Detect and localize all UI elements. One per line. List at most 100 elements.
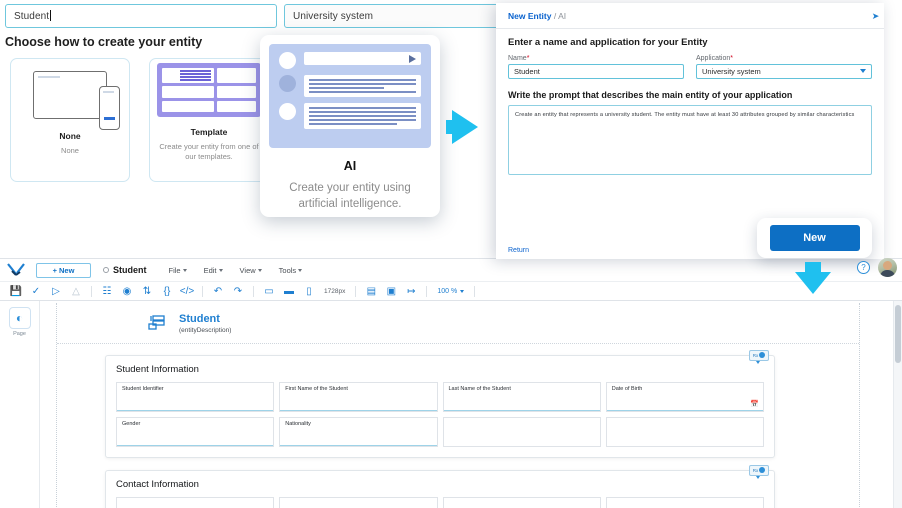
menu-tools[interactable]: Tools <box>279 266 303 275</box>
save-icon[interactable]: 💾 <box>6 282 26 300</box>
field-contact-2[interactable] <box>279 496 438 508</box>
chat-input-bubble <box>304 52 421 65</box>
plus-icon: + <box>52 265 57 275</box>
document-name-label: Student <box>113 265 147 275</box>
field-contact-1[interactable] <box>116 496 275 508</box>
entity-subtitle: (entityDescription) <box>179 326 232 334</box>
wizard-name-input[interactable]: Student <box>5 4 277 28</box>
section-settings-badge[interactable]: Rx <box>749 349 769 361</box>
section-settings-badge[interactable]: Rx <box>749 464 769 476</box>
dialog-name-value: Student <box>514 67 540 76</box>
help-icon[interactable]: ? <box>857 261 870 274</box>
page-palette-icon: ◐ <box>8 307 31 329</box>
field-underline <box>280 444 437 446</box>
dialog-return-link[interactable]: Return <box>508 247 529 254</box>
creation-card-none[interactable]: None None <box>10 58 130 182</box>
calendar-icon[interactable]: 📅 <box>750 400 759 408</box>
menu-view[interactable]: View <box>240 266 262 275</box>
field-empty-1[interactable] <box>442 416 601 447</box>
new-menu-button[interactable]: + New <box>36 262 91 278</box>
align-icon[interactable]: ↦ <box>401 282 421 300</box>
entity-title: Student <box>179 313 220 325</box>
canvas-page: Student (entityDescription) Rx Student I… <box>56 303 860 508</box>
badge-stem <box>756 475 760 479</box>
dialog-prompt-textarea[interactable]: Create an entity that represents a unive… <box>508 105 872 175</box>
ai-card-desc: Create your entity using artificial inte… <box>289 182 411 210</box>
zoom-level-selector[interactable]: 100 % <box>432 288 469 295</box>
tool-bar: 💾 ✓ ▷ △ ☷ ◉ ⇅ {} </> ↶ ↷ ▭ ▬ ▯ 1728px ▤ … <box>0 281 902 301</box>
template-card-artwork <box>157 63 261 117</box>
creation-card-ai[interactable]: AI Create your entity using artificial i… <box>260 35 440 217</box>
field-label: Student Identifier <box>122 385 164 392</box>
toolbar-divider <box>355 285 357 297</box>
undo-icon[interactable]: ↶ <box>208 282 228 300</box>
chat-avatar-icon <box>279 52 296 69</box>
field-underline <box>443 409 600 411</box>
new-button[interactable]: New <box>769 225 860 251</box>
creation-card-template[interactable]: Template Create your entity from one of … <box>149 58 269 182</box>
canvas-width-value[interactable]: 1728px <box>319 288 350 295</box>
deploy-icon[interactable]: △ <box>66 282 86 300</box>
dialog-application-field-group: Application* University system <box>696 55 872 79</box>
breadcrumb-new-entity[interactable]: New Entity <box>508 11 551 21</box>
redo-icon[interactable]: ↷ <box>228 282 248 300</box>
field-contact-4[interactable] <box>605 496 764 508</box>
field-contact-3[interactable] <box>442 496 601 508</box>
send-play-icon <box>409 55 416 63</box>
new-button-callout: New <box>757 218 872 258</box>
split-horizontal-icon[interactable]: ▤ <box>361 282 381 300</box>
field-empty-2[interactable] <box>605 416 764 447</box>
chevron-down-icon <box>257 268 262 272</box>
field-last-name[interactable]: Last Name of the Student <box>442 381 601 412</box>
braces-icon[interactable]: {} <box>157 282 177 300</box>
dialog-breadcrumb: New Entity / AI <box>508 11 872 21</box>
menu-edit-label: Edit <box>203 265 217 275</box>
flow-arrow-down-icon <box>795 272 831 294</box>
check-icon[interactable]: ✓ <box>26 282 46 300</box>
design-canvas[interactable]: Student (entityDescription) Rx Student I… <box>40 301 902 508</box>
scrollbar-thumb[interactable] <box>895 305 901 363</box>
run-icon[interactable]: ▷ <box>46 282 66 300</box>
dialog-application-label-text: Application <box>696 55 731 62</box>
dialog-application-label: Application* <box>696 55 872 62</box>
field-nationality[interactable]: Nationality <box>279 416 438 447</box>
template-card-desc: Create your entity from one of our templ… <box>159 142 259 162</box>
canvas-scrollbar[interactable] <box>893 301 902 508</box>
layout-grid-icon[interactable]: ☷ <box>97 282 117 300</box>
chevron-down-icon <box>460 289 465 293</box>
monitor-icon <box>33 71 120 130</box>
user-avatar[interactable] <box>878 258 897 277</box>
workspace: ◐ Page Student (entityDescription) Rx St… <box>0 301 902 508</box>
badge-stem <box>756 360 760 364</box>
field-gender[interactable]: Gender <box>116 416 275 447</box>
section-contact-information[interactable]: Rx Contact Information <box>105 464 775 508</box>
template-lines <box>180 70 211 81</box>
rail-item-page[interactable]: ◐ Page <box>8 307 31 337</box>
dialog-application-select[interactable]: University system <box>696 64 872 79</box>
menu-file[interactable]: File <box>169 266 187 275</box>
database-icon[interactable]: ◉ <box>117 282 137 300</box>
sections-container: Rx Student Information Student Identifie… <box>57 344 859 508</box>
container-icon[interactable]: ▣ <box>381 282 401 300</box>
application-window: + New Student File Edit View Tools 💾 ✓ ▷… <box>0 258 902 508</box>
rx-label: Rx <box>752 352 759 358</box>
menu-edit[interactable]: Edit <box>204 266 223 275</box>
dialog-name-input[interactable]: Student <box>508 64 684 79</box>
field-label: Last Name of the Student <box>448 385 511 392</box>
chevron-down-icon <box>218 268 223 272</box>
mobile-view-icon[interactable]: ▯ <box>299 282 319 300</box>
avatar-placeholder-icon <box>165 70 176 81</box>
menu-file-label: File <box>168 265 181 275</box>
flow-icon[interactable]: ⇅ <box>137 282 157 300</box>
document-name[interactable]: Student <box>103 265 147 275</box>
section-student-information[interactable]: Rx Student Information Student Identifie… <box>105 349 775 458</box>
field-date-of-birth[interactable]: Date of Birth 📅 <box>605 381 764 412</box>
field-student-identifier[interactable]: Student Identifier <box>116 381 275 412</box>
field-first-name[interactable]: First Name of the Student <box>279 381 438 412</box>
text-caret <box>50 10 52 21</box>
collapse-panel-icon[interactable]: ➤ <box>871 12 880 21</box>
code-icon[interactable]: </> <box>177 282 197 300</box>
section-title: Student Information <box>116 363 199 375</box>
desktop-view-icon[interactable]: ▭ <box>259 282 279 300</box>
tablet-view-icon[interactable]: ▬ <box>279 282 299 300</box>
